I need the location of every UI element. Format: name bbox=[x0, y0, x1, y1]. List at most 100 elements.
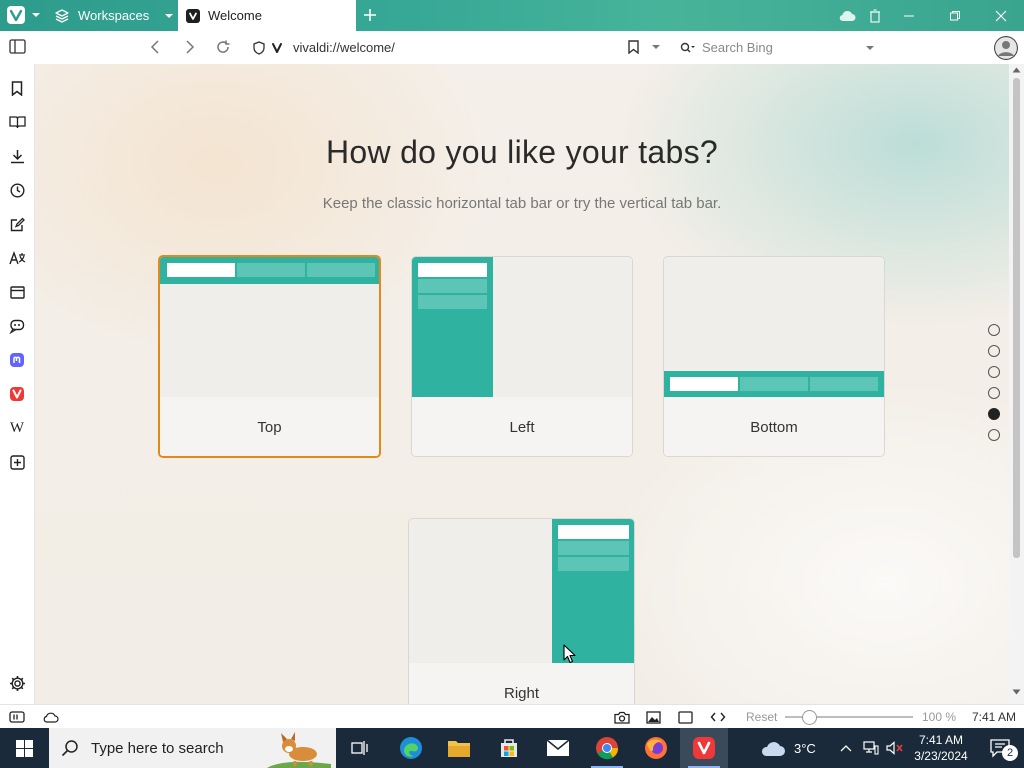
tab-position-option-left[interactable]: Left bbox=[411, 256, 633, 457]
feed-icon[interactable] bbox=[8, 317, 26, 335]
downloads-icon[interactable] bbox=[8, 147, 26, 165]
search-field[interactable]: Search Bing bbox=[674, 35, 882, 60]
page-tiling-icon[interactable] bbox=[678, 709, 693, 725]
step-dot[interactable] bbox=[988, 387, 1000, 399]
reload-button[interactable] bbox=[215, 39, 231, 55]
chrome-browser-icon[interactable] bbox=[583, 728, 631, 768]
microsoft-store-icon[interactable] bbox=[485, 728, 533, 768]
search-engine-icon[interactable] bbox=[680, 42, 696, 54]
bookmark-icon[interactable] bbox=[8, 79, 26, 97]
trash-icon[interactable] bbox=[864, 0, 886, 31]
sync-status-cloud-icon[interactable] bbox=[42, 709, 59, 725]
scroll-thumb[interactable] bbox=[1013, 78, 1020, 558]
page-actions-code-icon[interactable] bbox=[710, 709, 726, 725]
url-field[interactable]: vivaldi://welcome/ bbox=[245, 35, 667, 60]
new-tab-button[interactable] bbox=[362, 7, 378, 23]
tab-position-option-right[interactable]: Right bbox=[408, 518, 635, 704]
scroll-down-arrow-icon[interactable] bbox=[1012, 689, 1021, 695]
chevron-down-icon bbox=[163, 10, 175, 22]
notes-icon[interactable] bbox=[8, 215, 26, 233]
chevron-down-icon[interactable] bbox=[651, 43, 661, 51]
images-toggle-icon[interactable] bbox=[646, 709, 661, 725]
vivaldi-icon[interactable] bbox=[8, 385, 26, 403]
preview-right bbox=[409, 519, 634, 663]
page-title: How do you like your tabs? bbox=[325, 134, 718, 170]
tab-position-option-top[interactable]: Top bbox=[158, 255, 381, 458]
edge-browser-icon[interactable] bbox=[387, 728, 435, 768]
cloud-weather-icon bbox=[760, 739, 786, 757]
volume-muted-icon[interactable] bbox=[886, 728, 904, 768]
restore-button[interactable] bbox=[932, 0, 978, 31]
step-dot[interactable] bbox=[988, 324, 1000, 336]
tab-position-option-bottom[interactable]: Bottom bbox=[663, 256, 885, 457]
address-bar: vivaldi://welcome/ Search Bing bbox=[0, 31, 1024, 64]
vivaldi-browser-icon[interactable] bbox=[680, 728, 728, 768]
back-button[interactable] bbox=[148, 39, 162, 55]
zoom-reset-button[interactable]: Reset bbox=[746, 709, 777, 725]
file-explorer-icon[interactable] bbox=[435, 728, 483, 768]
mail-icon[interactable] bbox=[534, 728, 582, 768]
network-icon[interactable] bbox=[863, 728, 879, 768]
mouse-cursor-icon bbox=[563, 644, 576, 664]
panel-toggle-icon[interactable] bbox=[9, 709, 25, 725]
option-label: Bottom bbox=[664, 397, 884, 456]
status-bar: Reset 100 % 7:41 AM bbox=[0, 704, 1024, 728]
clock-date: 3/23/2024 bbox=[914, 749, 968, 763]
taskbar-clock[interactable]: 7:41 AM 3/23/2024 bbox=[910, 732, 972, 764]
status-clock[interactable]: 7:41 AM bbox=[972, 709, 1016, 725]
tab-welcome[interactable]: Welcome bbox=[178, 0, 356, 31]
zoom-slider-handle[interactable] bbox=[802, 710, 817, 725]
step-dot[interactable] bbox=[988, 429, 1000, 441]
step-indicator bbox=[988, 324, 1000, 450]
bookmark-page-icon[interactable] bbox=[628, 40, 639, 54]
tab-bar: Workspaces Welcome bbox=[0, 0, 1024, 31]
scroll-up-arrow-icon[interactable] bbox=[1012, 67, 1021, 73]
capture-camera-icon[interactable] bbox=[614, 709, 630, 725]
tab-title: Welcome bbox=[208, 8, 262, 23]
forward-button[interactable] bbox=[183, 39, 197, 55]
chevron-down-icon[interactable] bbox=[30, 9, 42, 21]
reading-list-icon[interactable] bbox=[8, 113, 26, 131]
windows-taskbar: Type here to search 3°C 7:41 AM 3/23/202… bbox=[0, 728, 1024, 768]
option-label: Top bbox=[160, 397, 379, 456]
settings-icon[interactable] bbox=[8, 674, 26, 692]
page-scrollbar[interactable] bbox=[1009, 64, 1024, 704]
firefox-browser-icon[interactable] bbox=[632, 728, 680, 768]
start-button[interactable] bbox=[0, 728, 48, 768]
mastodon-icon[interactable] bbox=[8, 351, 26, 369]
dog-illustration-icon bbox=[267, 728, 331, 768]
add-panel-icon[interactable] bbox=[8, 453, 26, 471]
task-view-icon[interactable] bbox=[336, 728, 384, 768]
calendar-icon[interactable] bbox=[8, 283, 26, 301]
translate-icon[interactable] bbox=[8, 249, 26, 267]
weather-temperature: 3°C bbox=[794, 740, 816, 756]
step-dot[interactable] bbox=[988, 366, 1000, 378]
url-text: vivaldi://welcome/ bbox=[293, 40, 395, 55]
history-icon[interactable] bbox=[8, 181, 26, 199]
preview-bottom bbox=[664, 257, 884, 397]
chevron-down-icon[interactable] bbox=[865, 44, 875, 52]
minimize-button[interactable] bbox=[886, 0, 932, 31]
vivaldi-menu-icon[interactable] bbox=[7, 6, 25, 24]
notification-center-button[interactable]: 2 bbox=[976, 728, 1024, 768]
step-dot-active[interactable] bbox=[988, 408, 1000, 420]
close-window-button[interactable] bbox=[978, 0, 1024, 31]
workspaces-button[interactable]: Workspaces bbox=[54, 0, 175, 31]
wikipedia-icon[interactable]: W bbox=[8, 419, 26, 437]
panel-toggle-icon[interactable] bbox=[9, 39, 26, 54]
workspaces-icon bbox=[54, 8, 70, 24]
side-panel: W bbox=[0, 64, 34, 704]
preview-left bbox=[412, 257, 632, 397]
step-dot[interactable] bbox=[988, 345, 1000, 357]
profile-avatar[interactable] bbox=[994, 36, 1018, 60]
taskbar-search-box[interactable]: Type here to search bbox=[49, 728, 336, 768]
taskbar-search-placeholder: Type here to search bbox=[91, 739, 224, 757]
show-hidden-icons-chevron-icon[interactable] bbox=[840, 728, 852, 768]
weather-widget[interactable]: 3°C bbox=[760, 728, 816, 768]
site-info-shield-icon[interactable] bbox=[253, 40, 265, 55]
clock-time: 7:41 AM bbox=[918, 733, 964, 747]
search-icon bbox=[61, 739, 79, 757]
workspaces-label: Workspaces bbox=[78, 8, 150, 23]
sync-cloud-icon[interactable] bbox=[830, 0, 864, 31]
vivaldi-site-icon bbox=[271, 42, 283, 54]
